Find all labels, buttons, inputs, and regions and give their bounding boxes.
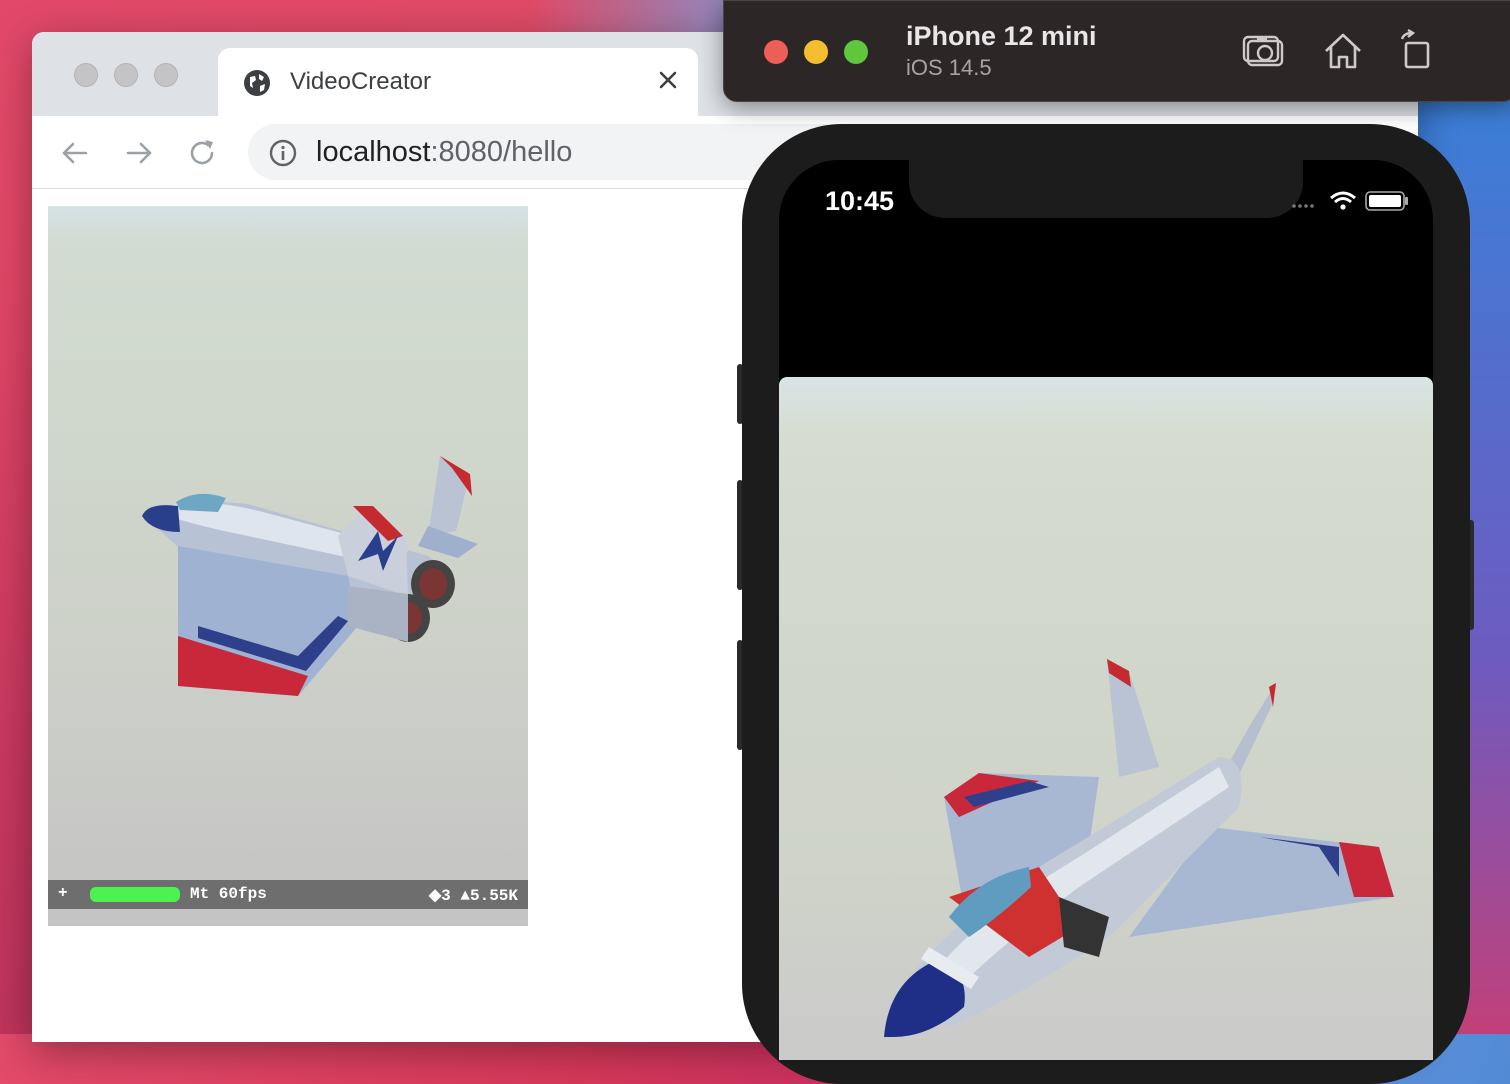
jet-model-illustration (142, 456, 478, 696)
stats-toggle[interactable]: + (58, 884, 68, 902)
status-icons (1292, 191, 1408, 211)
tab-title: VideoCreator (290, 68, 431, 95)
url-text: localhost:8080/hello (316, 136, 572, 169)
reload-icon[interactable] (186, 136, 220, 170)
globe-icon (244, 70, 270, 96)
cellular-dots-icon (1292, 204, 1314, 208)
simulator-close-button[interactable] (764, 40, 788, 64)
close-window-button[interactable] (74, 63, 98, 87)
back-arrow-icon[interactable] (58, 136, 92, 170)
simulator-zoom-button[interactable] (844, 40, 868, 64)
home-icon[interactable] (1320, 29, 1366, 73)
simulator-os-version: iOS 14.5 (906, 55, 992, 80)
battery-icon (1365, 191, 1408, 211)
notch (909, 160, 1303, 218)
forward-arrow-icon[interactable] (122, 136, 156, 170)
3d-canvas[interactable] (48, 206, 528, 926)
status-time: 10:45 (825, 186, 895, 216)
stats-bar (90, 887, 180, 902)
rotate-icon[interactable] (1392, 29, 1438, 73)
jet-model-illustration-large (884, 659, 1394, 1037)
wifi-icon (1330, 191, 1356, 210)
tab-videocreator[interactable]: VideoCreator (218, 48, 698, 116)
simulator-title-bar: iPhone 12 mini iOS 14.5 (723, 0, 1510, 102)
simulator-device-name: iPhone 12 mini (906, 21, 1097, 51)
fps-readout: Mt 60fps (190, 885, 267, 903)
screenshot-icon[interactable] (1242, 29, 1288, 73)
phone-screen: 10:45 (779, 160, 1433, 1060)
url-path: :8080/hello (430, 136, 573, 168)
minimize-window-button[interactable] (114, 63, 138, 87)
url-host: localhost (316, 136, 431, 168)
phone-3d-view[interactable] (779, 377, 1433, 1060)
zoom-window-button[interactable] (154, 63, 178, 87)
info-icon[interactable] (268, 138, 298, 168)
close-tab-icon[interactable] (652, 64, 684, 96)
simulator-minimize-button[interactable] (804, 40, 828, 64)
triangle-count: ◆3 ▲5.55K (428, 887, 518, 905)
stats-panel[interactable]: + Mt 60fps ◆3 ▲5.55K (48, 880, 528, 909)
